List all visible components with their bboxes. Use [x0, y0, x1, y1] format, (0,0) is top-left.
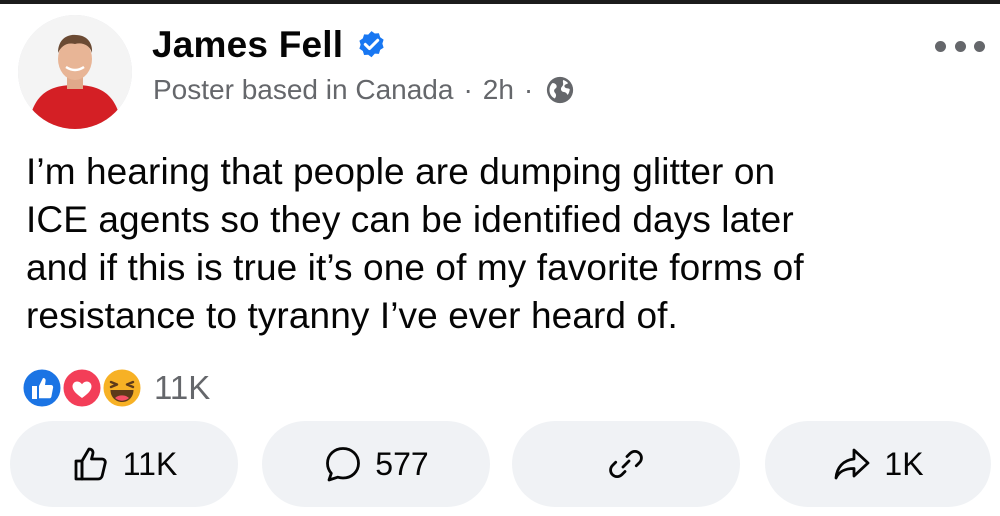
verified-badge-icon	[355, 29, 388, 62]
window-top-edge	[0, 0, 1000, 4]
reaction-icons	[20, 366, 148, 410]
love-reaction-icon	[60, 366, 104, 410]
share-arrow-icon	[835, 448, 870, 480]
post-text-line: I’m hearing that people are dumping glit…	[26, 151, 776, 192]
like-reaction-icon	[20, 366, 64, 410]
more-options-icon[interactable]	[935, 30, 985, 62]
reactions-summary[interactable]: 11K	[20, 366, 210, 410]
post-time[interactable]: 2h	[483, 74, 514, 106]
meta-separator: ·	[523, 74, 534, 105]
thumbs-up-icon	[74, 447, 107, 481]
copy-link-button[interactable]	[512, 421, 740, 507]
post-text-line: ICE agents so they can be identified day…	[26, 199, 794, 240]
author-avatar[interactable]	[18, 15, 132, 129]
share-count: 1K	[884, 445, 924, 482]
meta-separator: ·	[463, 74, 473, 105]
comment-button[interactable]: 577	[262, 421, 490, 507]
post-text-line: resistance to tyranny I’ve ever heard of…	[26, 295, 678, 336]
author-name[interactable]: James Fell	[152, 24, 343, 66]
comment-count: 577	[375, 445, 429, 482]
profile-photo	[18, 15, 132, 129]
author-subtitle: Poster based in Canada	[153, 74, 454, 105]
comment-bubble-icon	[326, 447, 361, 482]
like-button[interactable]: 11K	[10, 421, 238, 507]
share-button[interactable]: 1K	[765, 421, 991, 507]
menu-dot	[954, 40, 966, 52]
haha-reaction-icon	[100, 366, 144, 410]
like-count: 11K	[122, 445, 178, 482]
author-row: James Fell	[152, 24, 388, 66]
post-body: I’m hearing that people are dumping glit…	[26, 148, 986, 340]
post-text-line: and if this is true it’s one of my favor…	[26, 247, 804, 288]
reaction-count: 11K	[154, 369, 211, 406]
menu-dot	[974, 40, 985, 52]
globe-icon	[545, 75, 575, 105]
link-icon	[609, 449, 643, 479]
post-meta: Poster based in Canada · 2h ·	[153, 74, 575, 106]
menu-dot	[935, 40, 946, 52]
